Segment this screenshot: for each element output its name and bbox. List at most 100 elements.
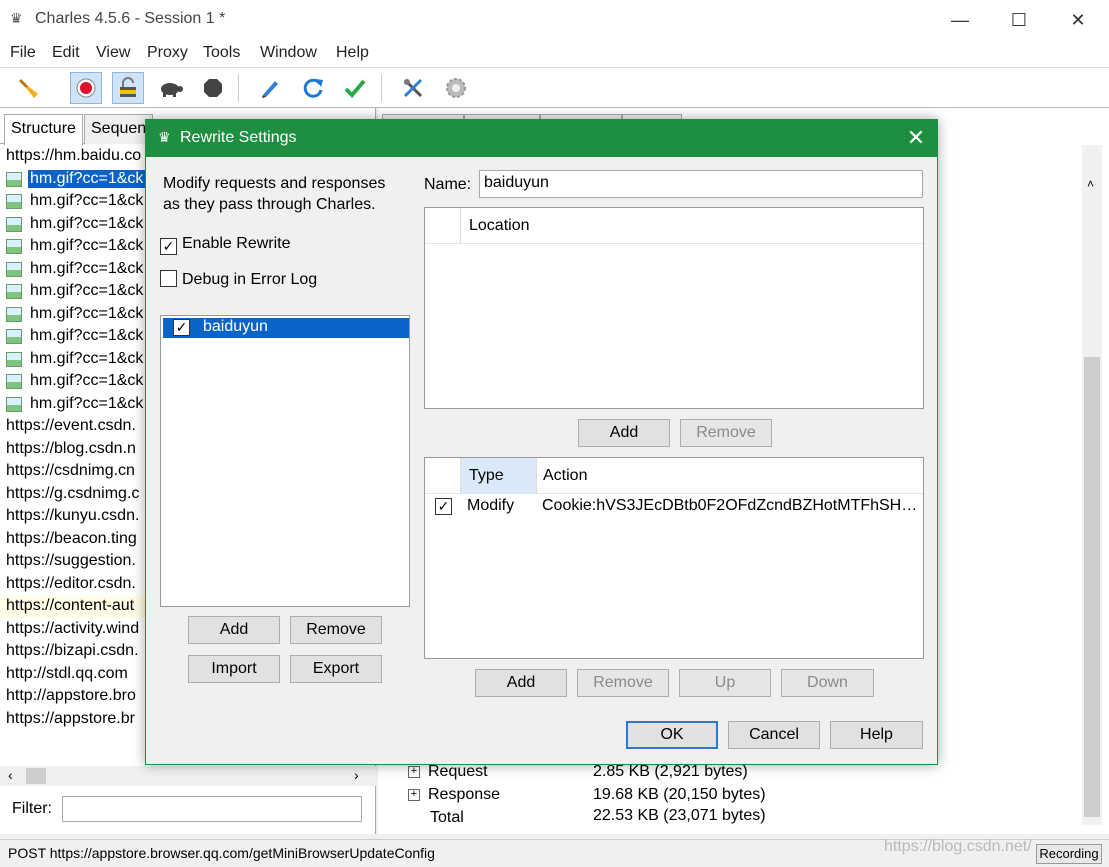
expand-plus-icon[interactable]: +: [408, 765, 420, 778]
vertical-scrollbar[interactable]: ˄: [1082, 145, 1102, 825]
tree-item-label: hm.gif?cc=1&ck: [28, 169, 146, 188]
charles-app-icon: ♛: [158, 129, 171, 145]
image-file-icon: [6, 306, 22, 322]
rule-up-button[interactable]: Up: [679, 669, 771, 697]
location-add-button[interactable]: Add: [578, 419, 670, 447]
checkbox-label: Enable Rewrite: [182, 235, 291, 252]
action-column-header[interactable]: Action: [543, 467, 587, 485]
rule-enabled-checkbox[interactable]: ✓: [435, 498, 452, 515]
set-remove-button[interactable]: Remove: [290, 616, 382, 644]
throttle-turtle-icon[interactable]: [155, 72, 187, 104]
rule-action: Cookie:hVS3JEcDBtb0F2OFdZcndBZHotMTFhSHJ…: [542, 497, 922, 514]
debug-log-checkbox[interactable]: Debug in Error Log: [160, 270, 317, 289]
compose-pen-icon[interactable]: [254, 72, 286, 104]
charles-app-icon: ♛: [10, 10, 23, 26]
menu-view[interactable]: View: [96, 44, 130, 62]
location-remove-button[interactable]: Remove: [680, 419, 772, 447]
header-checkbox-column: [425, 458, 461, 494]
close-window-button[interactable]: ✕: [1055, 6, 1101, 34]
repeat-icon[interactable]: [297, 72, 329, 104]
tree-item-label: http://appstore.bro: [6, 687, 136, 704]
minimize-button[interactable]: —: [937, 6, 983, 34]
tree-item-label: hm.gif?cc=1&ck: [30, 349, 144, 367]
image-file-icon: [6, 216, 22, 232]
menu-help[interactable]: Help: [336, 44, 369, 62]
rule-remove-button[interactable]: Remove: [577, 669, 669, 697]
scroll-up-icon[interactable]: ˄: [1087, 177, 1094, 191]
validate-check-icon[interactable]: [339, 72, 371, 104]
watermark: https://blog.csdn.net/: [884, 838, 1032, 855]
image-file-icon: [6, 396, 22, 412]
filter-label: Filter:: [12, 800, 52, 817]
rule-down-button[interactable]: Down: [781, 669, 874, 697]
filter-input[interactable]: [62, 796, 362, 822]
list-item[interactable]: ✓ baiduyun: [163, 318, 409, 338]
tree-item-label: https://activity.wind: [6, 619, 140, 637]
settings-gear-icon[interactable]: [440, 72, 472, 104]
image-file-icon: [6, 239, 22, 254]
broom-icon[interactable]: [12, 72, 44, 104]
checkbox-label: Debug in Error Log: [182, 271, 318, 288]
tab-structure[interactable]: Structure: [4, 114, 83, 145]
tab-sequence[interactable]: Sequen: [84, 114, 154, 144]
size-value: 19.68 KB (20,150 bytes): [593, 786, 766, 803]
header-checkbox-column: [425, 208, 461, 244]
rules-table: Type Action ✓ Modify Cookie:hVS3JEcDBtb0…: [424, 457, 924, 659]
set-export-button[interactable]: Export: [290, 655, 382, 683]
menu-file[interactable]: File: [10, 44, 36, 62]
tree-item-label: http://stdl.qq.com: [6, 664, 128, 682]
name-field[interactable]: baiduyun: [479, 170, 923, 198]
tree-item-label: https://g.csdnimg.c: [6, 484, 140, 502]
cancel-button[interactable]: Cancel: [728, 721, 820, 749]
rewrite-sets-list: ✓ baiduyun: [160, 315, 410, 607]
size-value: 22.53 KB (23,071 bytes): [593, 807, 766, 824]
location-table-header: Location: [425, 208, 923, 244]
scroll-right-icon[interactable]: ›: [354, 767, 359, 783]
tree-item-label: hm.gif?cc=1&ck: [30, 372, 144, 389]
checkbox[interactable]: ✓: [160, 238, 177, 255]
image-file-icon: [6, 329, 22, 344]
menu-proxy[interactable]: Proxy: [147, 44, 188, 62]
tree-item-label: https://blog.csdn.n: [6, 439, 136, 457]
toolbar-separator: [238, 74, 239, 102]
tree-item-label: https://content-aut: [6, 597, 135, 614]
menu-edit[interactable]: Edit: [52, 44, 80, 62]
tree-item-label: hm.gif?cc=1&ck: [30, 394, 144, 412]
checkbox[interactable]: [160, 270, 177, 287]
image-file-icon: [6, 284, 22, 299]
dialog-description: Modify requests and responses as they pa…: [163, 175, 386, 213]
set-add-button[interactable]: Add: [188, 616, 280, 644]
toolbar: [0, 68, 1109, 108]
set-enabled-checkbox[interactable]: ✓: [173, 319, 190, 336]
ssl-proxy-icon[interactable]: [112, 72, 144, 104]
table-row[interactable]: ✓ Modify Cookie:hVS3JEcDBtb0F2OFdZcndBZH…: [425, 494, 923, 520]
menu-window[interactable]: Window: [260, 44, 317, 62]
set-name: baiduyun: [203, 318, 268, 335]
ok-button[interactable]: OK: [626, 721, 718, 749]
size-row-request: + Request: [408, 763, 488, 781]
breakpoint-stop-icon[interactable]: [197, 72, 229, 104]
tools-icon[interactable]: [397, 72, 429, 104]
record-icon[interactable]: [70, 72, 102, 104]
location-column-header[interactable]: Location: [469, 217, 530, 235]
help-button[interactable]: Help: [830, 721, 923, 749]
scroll-thumb[interactable]: [1084, 357, 1100, 817]
maximize-button[interactable]: ☐: [996, 6, 1042, 34]
scroll-left-icon[interactable]: ‹: [8, 767, 13, 783]
tree-item-label: hm.gif?cc=1&ck: [30, 192, 144, 209]
horizontal-scrollbar[interactable]: ‹ ›: [0, 766, 376, 786]
menu-tools[interactable]: Tools: [203, 44, 240, 62]
rule-add-button[interactable]: Add: [475, 669, 567, 697]
recording-button[interactable]: Recording: [1036, 844, 1102, 864]
tree-item-label: https://editor.csdn.: [6, 574, 136, 592]
enable-rewrite-checkbox[interactable]: ✓ Enable Rewrite: [160, 235, 291, 255]
image-file-icon: [6, 171, 22, 187]
dialog-close-button[interactable]: ✕: [902, 124, 930, 152]
rules-table-header: Type Action: [425, 458, 923, 494]
set-import-button[interactable]: Import: [188, 655, 280, 683]
expand-plus-icon[interactable]: +: [408, 788, 420, 801]
type-column-header[interactable]: Type: [461, 458, 537, 494]
scroll-thumb[interactable]: [26, 768, 46, 784]
image-file-icon: [6, 374, 22, 389]
menu-bar: File Edit View Proxy Tools Window Help: [0, 38, 1109, 68]
